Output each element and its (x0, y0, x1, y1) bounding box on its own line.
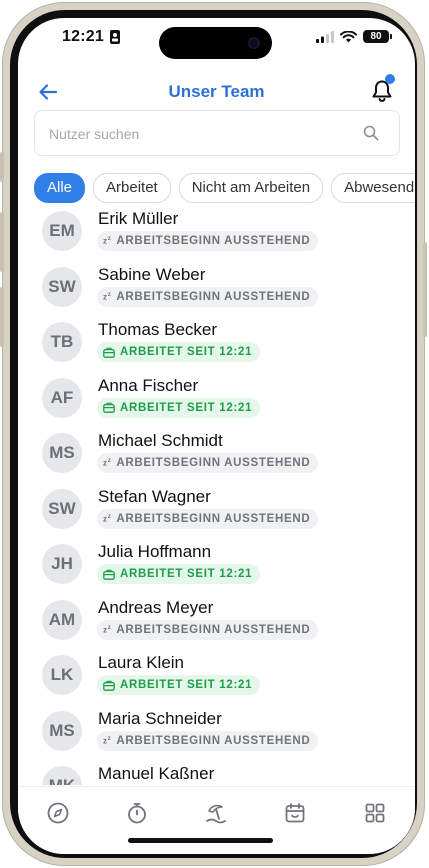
filter-chip-not-working[interactable]: Nicht am Arbeiten (178, 173, 324, 203)
status-indicators: 80 (316, 30, 392, 43)
briefcase-icon (103, 402, 115, 413)
app-header: Unser Team (18, 74, 415, 114)
status-time: 12:21 (62, 28, 104, 45)
avatar: SW (42, 266, 82, 307)
screen: 12:21 80 Unser Team Nutzer suchen Alle A… (18, 18, 415, 854)
list-item[interactable]: MKManuel KaßnerzzARBEITSBEGINN AUSSTEHEN… (18, 760, 415, 785)
member-name: Maria Schneider (98, 708, 222, 728)
filter-chip-absent[interactable]: Abwesend (331, 173, 415, 203)
side-button (423, 242, 427, 337)
filter-chip-all[interactable]: Alle (34, 173, 86, 203)
status-text: ARBEITET SEIT 12:21 (120, 679, 253, 691)
status-badge: ARBEITET SEIT 12:21 (97, 342, 261, 362)
side-button (0, 152, 4, 182)
list-item[interactable]: AF Anna Fischer ARBEITET SEIT 12:21 (18, 372, 415, 428)
tab-bar (18, 786, 415, 854)
status-badge: ARBEITET SEIT 12:21 (97, 564, 261, 584)
id-card-icon (110, 30, 120, 44)
status-text: ARBEITSBEGINN AUSSTEHEND (116, 512, 311, 525)
dynamic-island (159, 27, 272, 59)
sleep-icon: zz (103, 236, 112, 246)
camera (248, 37, 260, 49)
list-item[interactable]: JH Julia Hoffmann ARBEITET SEIT 12:21 (18, 538, 415, 594)
side-button (0, 212, 4, 272)
briefcase-icon (103, 680, 115, 691)
avatar: AM (42, 599, 82, 640)
status-badge: zz ARBEITSBEGINN AUSSTEHEND (97, 286, 319, 307)
member-name: Julia Hoffmann (98, 542, 212, 561)
signal-icon (316, 30, 334, 43)
avatar: MS (42, 710, 82, 751)
list-item[interactable]: AM Andreas Meyer zz ARBEITSBEGINN AUSSTEHEN… (18, 594, 415, 650)
list-item[interactable]: TB Thomas Becker ARBEITET SEIT 12:21 (18, 316, 415, 372)
avatar: AF (42, 377, 82, 418)
home-indicator (128, 838, 273, 843)
calendar-icon[interactable] (283, 801, 307, 825)
status-text: ARBEITET SEIT 12:21 (120, 568, 253, 580)
sleep-icon: zz (103, 735, 112, 746)
member-name: Stefan Wagner (98, 486, 211, 506)
stopwatch-icon[interactable] (125, 801, 149, 825)
avatar: SW (42, 488, 82, 529)
search-box (34, 110, 400, 157)
filter-chip-working[interactable]: Arbeitet (93, 173, 171, 203)
status-text: ARBEITSBEGINN AUSSTEHEND (116, 734, 311, 747)
wifi-icon (340, 30, 357, 42)
status-text: ARBEITSBEGINN AUSSTEHEND (116, 290, 311, 303)
member-name: Andreas Meyer (98, 597, 214, 617)
briefcase-icon (103, 569, 115, 580)
status-badge: zz ARBEITSBEGINN AUSSTEHEND (97, 508, 319, 529)
list-item[interactable]: SW Stefan Wagner zz ARBEITSBEGINN AUSSTEHEN… (18, 483, 415, 539)
status-text: ARBEITET SEIT 12:21 (120, 346, 253, 358)
member-name: Thomas Becker (98, 320, 218, 339)
status-text: ARBEITSBEGINN AUSSTEHEND (116, 457, 311, 469)
search-input[interactable] (47, 111, 351, 157)
list-item[interactable]: MS Maria Schneider zz ARBEITSBEGINN AUSSTEH… (18, 705, 415, 761)
status-badge: zz ARBEITSBEGINN AUSSTEHEND (97, 453, 319, 473)
beach-icon[interactable] (204, 801, 228, 825)
status-badge: zz ARBEITSBEGINN AUSSTEHEND (97, 730, 319, 751)
member-list: EM Erik Müller zz ARBEITSBEGINN AUSSTEHEND S… (18, 205, 415, 785)
list-item[interactable]: LK Laura Klein ARBEITET SEIT 12:21 (18, 649, 415, 705)
sleep-icon: zz (103, 458, 112, 468)
status-badge: ARBEITET SEIT 12:21 (97, 397, 261, 418)
sleep-icon: zz (103, 513, 112, 524)
member-name: Sabine Weber (98, 264, 206, 284)
sleep-icon: zz (103, 624, 112, 635)
battery-indicator: 80 (363, 30, 392, 43)
status-badge: zz ARBEITSBEGINN AUSSTEHEND (97, 619, 319, 640)
notification-badge (385, 74, 395, 84)
filter-chips: Alle Arbeitet Nicht am Arbeiten Abwesend (34, 173, 415, 203)
status-badge: ARBEITET SEIT 12:21 (97, 675, 261, 695)
avatar: MK (42, 766, 82, 785)
search-icon[interactable] (363, 125, 379, 141)
compass-icon[interactable] (46, 801, 70, 825)
avatar: MS (42, 433, 82, 473)
member-name: Anna Fischer (98, 375, 199, 395)
status-badge: zz ARBEITSBEGINN AUSSTEHEND (97, 231, 319, 251)
side-button (0, 287, 4, 347)
member-name: Michael Schmidt (98, 431, 223, 450)
avatar: JH (42, 544, 82, 584)
member-name: Laura Klein (98, 653, 185, 672)
phone-frame: 12:21 80 Unser Team Nutzer suchen Alle A… (0, 2, 427, 866)
status-text: ARBEITSBEGINN AUSSTEHEND (116, 623, 311, 636)
list-item[interactable]: SW Sabine Weber zz ARBEITSBEGINN AUSSTEHEND (18, 261, 415, 317)
sleep-icon: zz (103, 291, 112, 302)
list-item[interactable]: EM Erik Müller zz ARBEITSBEGINN AUSSTEHEND (18, 205, 415, 261)
grid-icon[interactable] (363, 801, 387, 825)
briefcase-icon (103, 347, 115, 358)
page-title: Unser Team (168, 82, 265, 101)
status-bar: 12:21 80 (18, 18, 415, 66)
status-text: ARBEITET SEIT 12:21 (120, 401, 253, 414)
avatar: LK (42, 655, 82, 695)
list-item[interactable]: MS Michael Schmidt zz ARBEITSBEGINN AUSSTEH… (18, 427, 415, 483)
member-name: Erik Müller (98, 209, 179, 228)
avatar: EM (42, 211, 82, 251)
member-name: Manuel Kaßner (98, 764, 215, 783)
avatar: TB (42, 322, 82, 362)
status-text: ARBEITSBEGINN AUSSTEHEND (116, 235, 311, 247)
